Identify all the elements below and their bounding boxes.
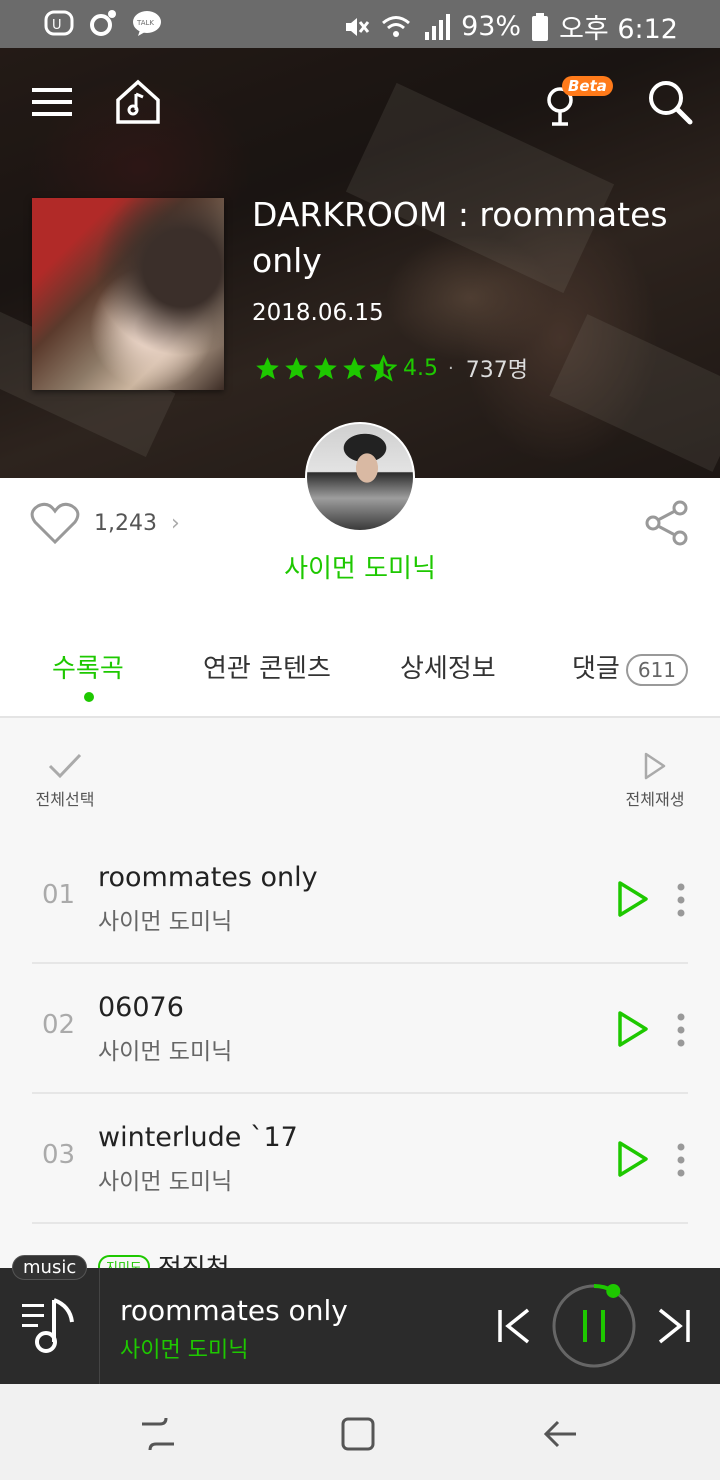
battery-percent: 93%: [461, 11, 522, 42]
track-artist: 사이먼 도미닉: [98, 909, 233, 935]
home-icon[interactable]: [338, 1414, 378, 1454]
play-icon[interactable]: [616, 880, 650, 918]
track-list: 전체선택 전체재생 01 roommates only 사이먼 도미닉 02 0…: [0, 720, 720, 1268]
signal-icon: [425, 13, 451, 40]
search-icon[interactable]: [644, 76, 696, 128]
kakaotalk-icon: TALK: [133, 11, 161, 36]
play-icon[interactable]: [616, 1010, 650, 1048]
previous-track-icon[interactable]: [494, 1306, 534, 1346]
partial-row-text: 정직천: [158, 1248, 230, 1268]
star-full-icon: [256, 356, 279, 379]
star-half-icon: [370, 354, 397, 382]
more-vertical-icon[interactable]: [676, 882, 686, 918]
svg-text:U: U: [52, 18, 62, 33]
pause-button[interactable]: [550, 1282, 638, 1370]
talk-icon: U: [44, 10, 74, 36]
comment-count-badge: 611: [625, 653, 689, 686]
track-number: 01: [42, 880, 76, 910]
track-title: roommates only: [98, 862, 318, 893]
track-number: 02: [42, 1010, 76, 1040]
mute-icon: [346, 17, 370, 36]
track-row[interactable]: 03 winterlude `17 사이먼 도미닉: [32, 1094, 688, 1224]
tab-details[interactable]: 상세정보: [400, 648, 496, 685]
partial-list-row: 지미도 정직천: [98, 1248, 230, 1268]
mini-player[interactable]: roommates only 사이먼 도미닉: [0, 1268, 720, 1384]
rating-value: 4.5: [403, 355, 438, 381]
active-tab-indicator: [84, 692, 94, 702]
back-icon[interactable]: [540, 1414, 580, 1454]
star-full-icon: [343, 356, 366, 379]
track-artist: 사이먼 도미닉: [98, 1039, 233, 1065]
now-playing-artist: 사이먼 도미닉: [120, 1338, 249, 1363]
menu-icon[interactable]: [26, 76, 78, 128]
content-tabs: 수록곡 연관 콘텐츠 상세정보 댓글 611: [0, 636, 720, 718]
play-all-button[interactable]: 전체재생: [620, 752, 690, 810]
next-track-icon[interactable]: [654, 1306, 694, 1346]
star-full-icon: [314, 356, 337, 379]
album-release-date: 2018.06.15: [252, 300, 384, 326]
select-all-label: 전체선택: [35, 790, 95, 809]
play-all-label: 전체재생: [625, 790, 685, 809]
more-vertical-icon[interactable]: [676, 1012, 686, 1048]
beta-badge: Beta: [562, 76, 613, 96]
music-app-icon: [90, 10, 116, 36]
track-row[interactable]: 01 roommates only 사이먼 도미닉: [32, 834, 688, 964]
recent-apps-icon[interactable]: [138, 1414, 178, 1454]
heart-icon: [30, 502, 80, 544]
tab-comments[interactable]: 댓글 611: [572, 648, 689, 686]
star-full-icon: [285, 356, 308, 379]
playlist-note-icon: [22, 1298, 74, 1353]
track-title: 06076: [98, 992, 184, 1023]
status-bar: U TALK 93% 오후 6:12: [0, 0, 720, 48]
artist-name-link[interactable]: 사이먼 도미닉: [0, 548, 720, 585]
play-icon[interactable]: [616, 1140, 650, 1178]
chevron-right-icon: ›: [170, 510, 180, 536]
play-outline-icon: [644, 752, 666, 780]
home-music-icon[interactable]: [112, 76, 164, 128]
more-vertical-icon[interactable]: [676, 1142, 686, 1178]
album-title: DARKROOM : roommates only: [252, 195, 668, 280]
album-cover[interactable]: [32, 198, 224, 390]
wifi-icon: [382, 15, 411, 37]
svg-text:TALK: TALK: [136, 19, 154, 27]
like-button[interactable]: 1,243 ›: [30, 502, 180, 544]
like-count: 1,243: [94, 510, 157, 536]
track-number: 03: [42, 1140, 76, 1170]
battery-icon: [532, 12, 549, 41]
voice-search-button[interactable]: Beta: [540, 76, 613, 128]
now-playing-title: roommates only: [120, 1294, 348, 1327]
tab-tracks[interactable]: 수록곡: [52, 648, 124, 685]
checkmark-icon: [48, 753, 82, 779]
tab-related-content[interactable]: 연관 콘텐츠: [203, 648, 331, 685]
system-nav-bar: [0, 1384, 720, 1480]
album-rating[interactable]: 4.5 · 737명: [254, 352, 528, 384]
separator-dot: ·: [448, 357, 454, 379]
track-row[interactable]: 02 06076 사이먼 도미닉: [32, 964, 688, 1094]
partial-row-badge: 지미도: [98, 1255, 150, 1268]
share-icon[interactable]: [644, 500, 690, 546]
tab-comments-label: 댓글: [572, 654, 620, 684]
track-artist: 사이먼 도미닉: [98, 1169, 233, 1195]
artist-avatar[interactable]: [305, 422, 415, 532]
track-title: winterlude `17: [98, 1122, 298, 1153]
clock: 오후 6:12: [559, 14, 678, 45]
playlist-button[interactable]: [0, 1268, 100, 1384]
select-all-button[interactable]: 전체선택: [30, 752, 100, 810]
top-nav: Beta: [0, 48, 720, 158]
music-tag: music: [12, 1255, 88, 1280]
rating-count: 737명: [465, 358, 528, 383]
